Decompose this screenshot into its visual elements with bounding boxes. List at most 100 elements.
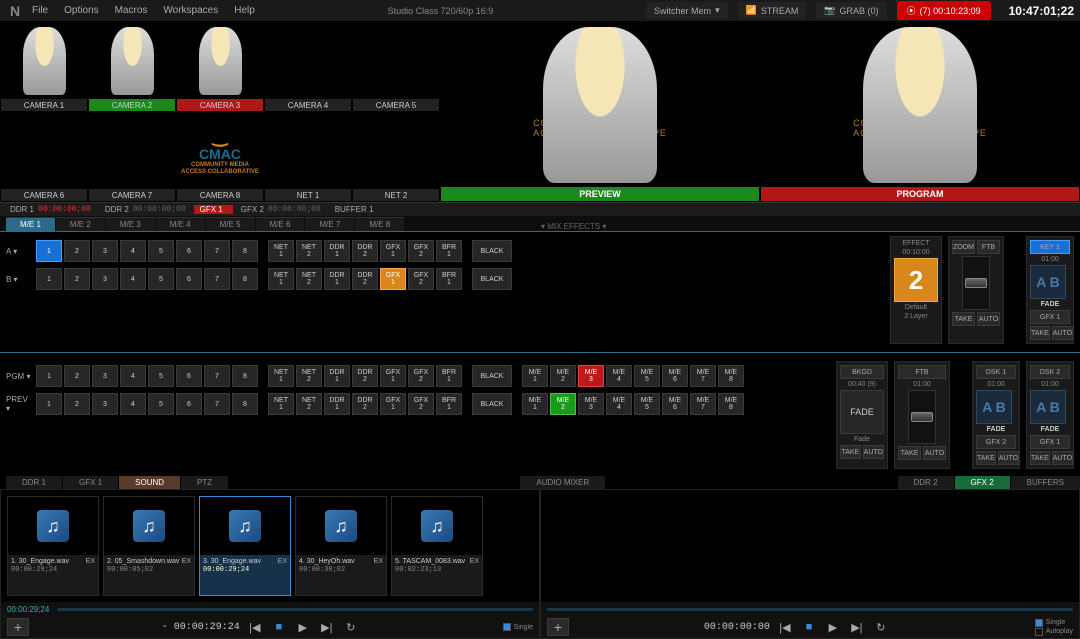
crosspoint-button[interactable]: GFX1 (380, 393, 406, 415)
crosspoint-button[interactable]: M/E8 (718, 365, 744, 387)
auto-button[interactable]: AUTO (977, 312, 1000, 326)
crosspoint-button[interactable]: NET1 (268, 365, 294, 387)
crosspoint-button[interactable]: 2 (64, 240, 90, 262)
crosspoint-button[interactable]: BFR1 (436, 268, 462, 290)
single-checkbox-r[interactable]: Single (1035, 619, 1073, 627)
menu-macros[interactable]: Macros (115, 5, 148, 16)
ftb-button[interactable]: FTB (977, 240, 1000, 254)
crosspoint-button[interactable]: M/E8 (718, 393, 744, 415)
multiview-source[interactable]: CAMERA 2 (89, 23, 175, 111)
multiview-source[interactable]: ‿CMACCOMMUNITY MEDIAACCESS COLLABORATIVE… (177, 113, 263, 201)
crosspoint-button[interactable]: NET2 (296, 240, 322, 262)
loop-button[interactable]: ↻ (342, 618, 360, 636)
dsk2-auto[interactable]: AUTO (1052, 451, 1073, 465)
crosspoint-button[interactable]: M/E2 (550, 365, 576, 387)
crosspoint-button[interactable]: 6 (176, 240, 202, 262)
crosspoint-button[interactable]: GFX1 (380, 365, 406, 387)
lower-tab[interactable]: GFX 1 (63, 476, 118, 489)
bkgd-take[interactable]: TAKE (840, 445, 861, 459)
menu-file[interactable]: File (32, 5, 48, 16)
stream-button[interactable]: 📶STREAM (738, 2, 807, 19)
dsk1-ab[interactable]: A B (976, 390, 1012, 424)
crosspoint-button[interactable]: M/E7 (690, 393, 716, 415)
dsk1-take[interactable]: TAKE (976, 451, 996, 465)
autoplay-checkbox-r[interactable]: Autoplay (1035, 628, 1073, 636)
crosspoint-button[interactable]: 8 (232, 393, 258, 415)
main-auto[interactable]: AUTO (923, 446, 946, 460)
crosspoint-button[interactable]: M/E6 (662, 365, 688, 387)
crosspoint-button[interactable]: 1 (36, 365, 62, 387)
switcher-mem-button[interactable]: Switcher Mem ▾ (646, 2, 728, 19)
lower-tab[interactable]: DDR 1 (6, 476, 62, 489)
dsk2-toggle[interactable]: DSK 2 (1030, 365, 1070, 379)
lower-tab[interactable]: PTZ (181, 476, 228, 489)
crosspoint-button[interactable]: 7 (204, 393, 230, 415)
crosspoint-button[interactable]: 4 (120, 268, 146, 290)
crosspoint-button[interactable]: GFX1 (380, 240, 406, 262)
loop-button-r[interactable]: ↻ (872, 618, 890, 636)
crosspoint-button[interactable]: 6 (176, 393, 202, 415)
key1-source[interactable]: GFX 1 (1030, 310, 1070, 324)
lower-tab[interactable]: GFX 2 (955, 476, 1010, 489)
effect-preset[interactable]: 2 (894, 258, 938, 302)
player-readout[interactable]: GFX 1 (194, 205, 233, 214)
crosspoint-button[interactable]: 4 (120, 365, 146, 387)
multiview-source[interactable]: CAMERA 5 (353, 23, 439, 111)
audio-mixer-tab[interactable]: AUDIO MIXER (520, 476, 605, 489)
crosspoint-button[interactable]: M/E5 (634, 393, 660, 415)
menu-workspaces[interactable]: Workspaces (163, 5, 218, 16)
crosspoint-button[interactable]: 5 (148, 365, 174, 387)
dsk2-ab[interactable]: A B (1030, 390, 1066, 424)
crosspoint-button[interactable]: DDR2 (352, 268, 378, 290)
single-checkbox[interactable]: Single (503, 623, 533, 631)
dsk2-source[interactable]: GFX 1 (1030, 435, 1070, 449)
crosspoint-button[interactable]: 5 (148, 240, 174, 262)
clip-item[interactable]: 2. 05_Smashdown.wavEX00:00:05;02 (103, 496, 195, 596)
record-button[interactable]: ⦿(7) 00:10:23;09 (897, 1, 991, 20)
crosspoint-button[interactable]: 7 (204, 268, 230, 290)
crosspoint-button[interactable]: 3 (92, 393, 118, 415)
multiview-source[interactable]: NET 1 (265, 113, 351, 201)
clip-item[interactable]: 3. 30_Engage.wavEX00:00:29;24 (199, 496, 291, 596)
me-tab[interactable]: M/E 7 (305, 217, 354, 231)
crosspoint-button[interactable]: DDR1 (324, 393, 350, 415)
crosspoint-button[interactable]: 6 (176, 268, 202, 290)
crosspoint-button[interactable]: NET1 (268, 240, 294, 262)
crosspoint-button[interactable]: BLACK (472, 240, 512, 262)
crosspoint-button[interactable]: M/E1 (522, 365, 548, 387)
next-button[interactable]: ▶| (318, 618, 336, 636)
crosspoint-button[interactable]: M/E3 (578, 393, 604, 415)
crosspoint-button[interactable]: BLACK (472, 268, 512, 290)
key1-toggle[interactable]: KEY 1 (1030, 240, 1070, 254)
grab-button[interactable]: 📷GRAB (0) (816, 2, 886, 19)
main-ftb[interactable]: FTB (898, 365, 946, 379)
crosspoint-button[interactable]: 5 (148, 393, 174, 415)
left-scrubber[interactable]: 00:00:29;24 (1, 602, 539, 616)
crosspoint-button[interactable]: 7 (204, 365, 230, 387)
me-tab[interactable]: M/E 3 (106, 217, 155, 231)
stop-button[interactable]: ■ (270, 618, 288, 636)
crosspoint-button[interactable]: GFX2 (408, 240, 434, 262)
key1-ab[interactable]: A B (1030, 265, 1066, 299)
me-tab[interactable]: M/E 8 (355, 217, 404, 231)
crosspoint-button[interactable]: BLACK (472, 393, 512, 415)
player-readout[interactable]: DDR 200:00:00;00 (99, 205, 192, 214)
crosspoint-button[interactable]: DDR1 (324, 240, 350, 262)
take-button[interactable]: TAKE (952, 312, 975, 326)
crosspoint-button[interactable]: DDR1 (324, 268, 350, 290)
crosspoint-button[interactable]: BFR1 (436, 393, 462, 415)
crosspoint-button[interactable]: BFR1 (436, 365, 462, 387)
right-scrubber[interactable] (541, 602, 1079, 616)
crosspoint-button[interactable]: M/E3 (578, 365, 604, 387)
next-button-r[interactable]: ▶| (848, 618, 866, 636)
clip-item[interactable]: 1. 30_Engage.wavEX00:00:29;24 (7, 496, 99, 596)
crosspoint-button[interactable]: NET2 (296, 393, 322, 415)
crosspoint-button[interactable]: BLACK (472, 365, 512, 387)
bus-label[interactable]: A ▾ (6, 247, 34, 256)
crosspoint-button[interactable]: M/E7 (690, 365, 716, 387)
crosspoint-button[interactable]: M/E6 (662, 393, 688, 415)
stop-button-r[interactable]: ■ (800, 618, 818, 636)
crosspoint-button[interactable]: 1 (36, 268, 62, 290)
t-bar[interactable] (962, 256, 990, 310)
multiview-source[interactable]: CAMERA 1 (1, 23, 87, 111)
